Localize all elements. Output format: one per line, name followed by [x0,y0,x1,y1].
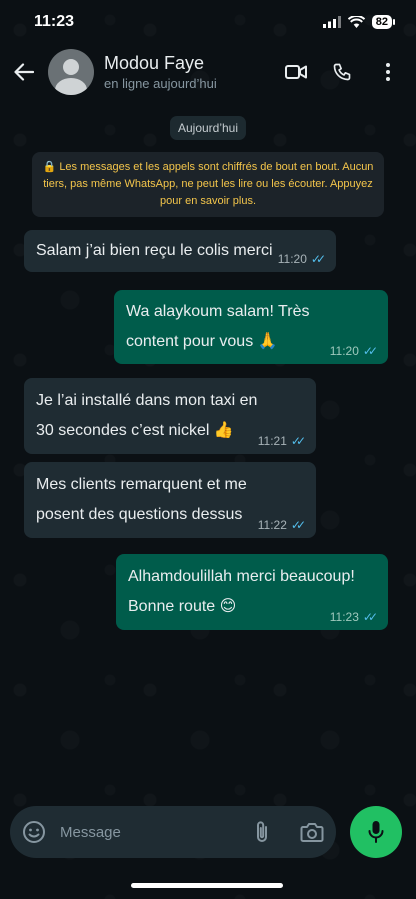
message-text: Mes clients remarquent et me posent des … [36,476,247,523]
status-time: 11:23 [34,13,75,30]
contact-status: en ligne aujourd’hui [104,76,217,91]
emoji-button[interactable] [22,820,46,844]
encryption-notice[interactable]: 🔒 Les messages et les appels sont chiffr… [32,152,384,217]
message-incoming[interactable]: Salam j’ai bien reçu le colis merci 11:2… [24,230,336,272]
more-options-button[interactable] [376,60,400,84]
avatar[interactable] [48,49,94,95]
camera-button[interactable] [300,820,324,844]
date-separator: Aujourd’hui [169,116,247,140]
video-call-button[interactable] [284,60,308,84]
message-text: Wa alaykoum salam! Très content pour vou… [126,303,310,350]
read-receipt-icon: ✓✓ [362,344,378,358]
read-receipt-icon: ✓✓ [362,610,378,624]
message-time: 11:22 [257,518,287,532]
header-actions [284,60,400,84]
emoji-icon [23,821,45,843]
message-time: 11:23 [329,610,359,624]
message-input[interactable]: Message [60,824,250,841]
read-receipt-icon: ✓✓ [290,518,306,532]
message-time: 11:21 [257,434,287,448]
message-time: 11:20 [329,344,359,358]
message-incoming[interactable]: Mes clients remarquent et me posent des … [24,462,316,538]
video-call-icon [285,65,307,79]
message-outgoing[interactable]: Wa alaykoum salam! Très content pour vou… [114,290,388,364]
status-icons: 82 [322,15,396,29]
status-bar: 11:23 82 [0,0,416,44]
voice-message-button[interactable] [350,806,402,858]
message-meta: 11:22 ✓✓ [258,518,306,532]
avatar-head-icon [63,59,79,75]
home-indicator[interactable] [131,883,283,888]
read-receipt-icon: ✓✓ [310,252,326,266]
voice-call-button[interactable] [330,60,354,84]
message-meta: 11:23 ✓✓ [330,610,378,624]
phone-icon [333,63,351,81]
message-outgoing[interactable]: Alhamdoulillah merci beaucoup! Bonne rou… [116,554,388,630]
contact-info[interactable]: Modou Faye en ligne aujourd’hui [104,53,284,91]
message-meta: 11:21 ✓✓ [258,434,306,448]
signal-icon [322,16,341,28]
attach-button[interactable] [250,820,274,844]
back-arrow-icon [14,63,34,81]
message-meta: 11:20 ✓✓ [278,252,326,266]
avatar-body-icon [55,78,87,95]
message-incoming[interactable]: Je l’ai installé dans mon taxi en 30 sec… [24,378,316,454]
message-text: Je l’ai installé dans mon taxi en 30 sec… [36,392,258,439]
read-receipt-icon: ✓✓ [290,434,306,448]
chat-screen: 11:23 82 Modou Faye en ligne aujourd’hui… [0,0,416,899]
wifi-icon [347,16,365,28]
contact-name: Modou Faye [104,53,205,73]
more-vert-icon [386,63,390,81]
mic-icon [368,821,384,843]
message-meta: 11:20 ✓✓ [330,344,378,358]
battery-indicator: 82 [371,15,396,29]
camera-icon [300,823,324,842]
message-composer[interactable]: Message [10,806,336,858]
attach-icon [257,821,267,842]
chat-header: Modou Faye en ligne aujourd’hui [0,44,416,100]
message-time: 11:20 [277,252,307,266]
back-button[interactable] [12,60,36,84]
message-text: Salam j’ai bien reçu le colis merci [36,242,273,259]
